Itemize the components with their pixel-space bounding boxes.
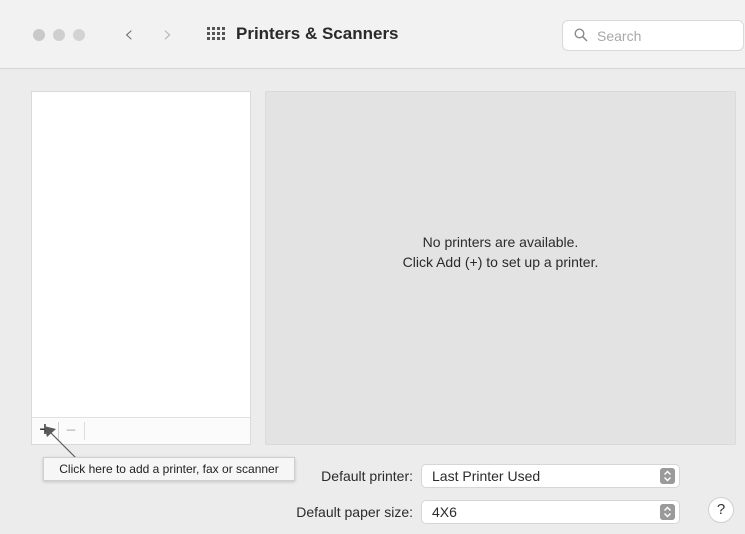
minimize-button[interactable] [53, 29, 65, 41]
search-field[interactable]: Search [562, 20, 744, 51]
window-title: Printers & Scanners [236, 24, 399, 43]
help-button[interactable]: ? [708, 497, 734, 523]
search-placeholder: Search [597, 28, 642, 44]
title-bar: ‹ › Printers & Scanners Search [0, 0, 745, 69]
paper-size-label: Default paper size: [296, 504, 413, 520]
zoom-button[interactable] [73, 29, 85, 41]
button-divider [84, 422, 85, 440]
add-printer-tooltip: Click here to add a printer, fax or scan… [43, 457, 295, 481]
paper-size-value: 4X6 [432, 504, 457, 520]
printer-detail-panel: No printers are available. Click Add (+)… [265, 91, 736, 445]
close-button[interactable] [33, 29, 45, 41]
show-all-grid-icon[interactable] [207, 27, 225, 41]
default-printer-popup[interactable]: Last Printer Used [421, 464, 680, 488]
empty-state-line-1: No printers are available. [422, 234, 579, 250]
popup-stepper-icon [660, 504, 675, 520]
back-icon[interactable]: ‹ [124, 22, 134, 46]
search-icon [574, 28, 588, 42]
default-printer-label: Default printer: [321, 468, 413, 484]
empty-state-message: No printers are available. Click Add (+)… [266, 232, 735, 272]
tooltip-pointer-icon [44, 426, 77, 459]
popup-stepper-icon [660, 468, 675, 484]
default-printer-value: Last Printer Used [432, 468, 541, 484]
forward-icon[interactable]: › [163, 22, 173, 46]
printer-list[interactable]: + − [31, 91, 251, 445]
paper-size-popup[interactable]: 4X6 [421, 500, 680, 524]
empty-state-line-2: Click Add (+) to set up a printer. [402, 254, 599, 270]
